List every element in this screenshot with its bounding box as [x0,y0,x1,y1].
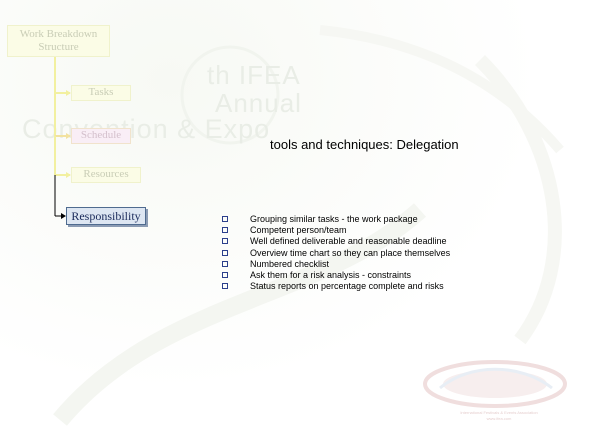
bullet-item: Ask them for a risk analysis - constrain… [222,270,450,281]
slide: th IFEA Annual Convention & Expo Work Br… [0,0,606,445]
bullet-text: Overview time chart so they can place th… [250,247,451,258]
square-bullet-icon [222,249,228,256]
bullet-item: Overview time chart so they can place th… [222,248,450,259]
responsibility-box[interactable]: Responsibility [66,207,146,225]
logo-url: www.ifea.com [486,416,512,421]
bullet-item: Status reports on percentage complete an… [222,281,450,292]
wbs-root-box[interactable]: Work Breakdown Structure [7,25,110,57]
bullet-text: Numbered checklist [250,258,330,269]
tasks-box[interactable]: Tasks [71,85,131,101]
bullet-text: Competent person/team [250,225,347,236]
slide-title: tools and techniques: Delegation [270,137,459,152]
logo-caption: International Festivals & Events Associa… [460,410,538,415]
square-bullet-icon [222,238,228,245]
bullet-item: Grouping similar tasks - the work packag… [222,214,450,225]
square-bullet-icon [222,283,228,290]
bullet-item: Numbered checklist [222,259,450,270]
schedule-box[interactable]: Schedule [71,128,131,144]
resources-box[interactable]: Resources [71,167,141,183]
bullet-text: Status reports on percentage complete an… [250,281,444,292]
bullet-list: Grouping similar tasks - the work packag… [222,214,450,292]
bullet-item: Competent person/team [222,225,450,236]
bullet-item: Well defined deliverable and reasonable … [222,236,450,247]
bullet-text: Well defined deliverable and reasonable … [250,236,447,247]
square-bullet-icon [222,216,228,222]
square-bullet-icon [222,271,228,278]
ifea-logo-icon [423,360,567,408]
square-bullet-icon [222,260,228,267]
bullet-text: Ask them for a risk analysis - constrain… [250,269,412,280]
square-bullet-icon [222,227,228,234]
bullet-text: Grouping similar tasks - the work packag… [250,214,418,224]
